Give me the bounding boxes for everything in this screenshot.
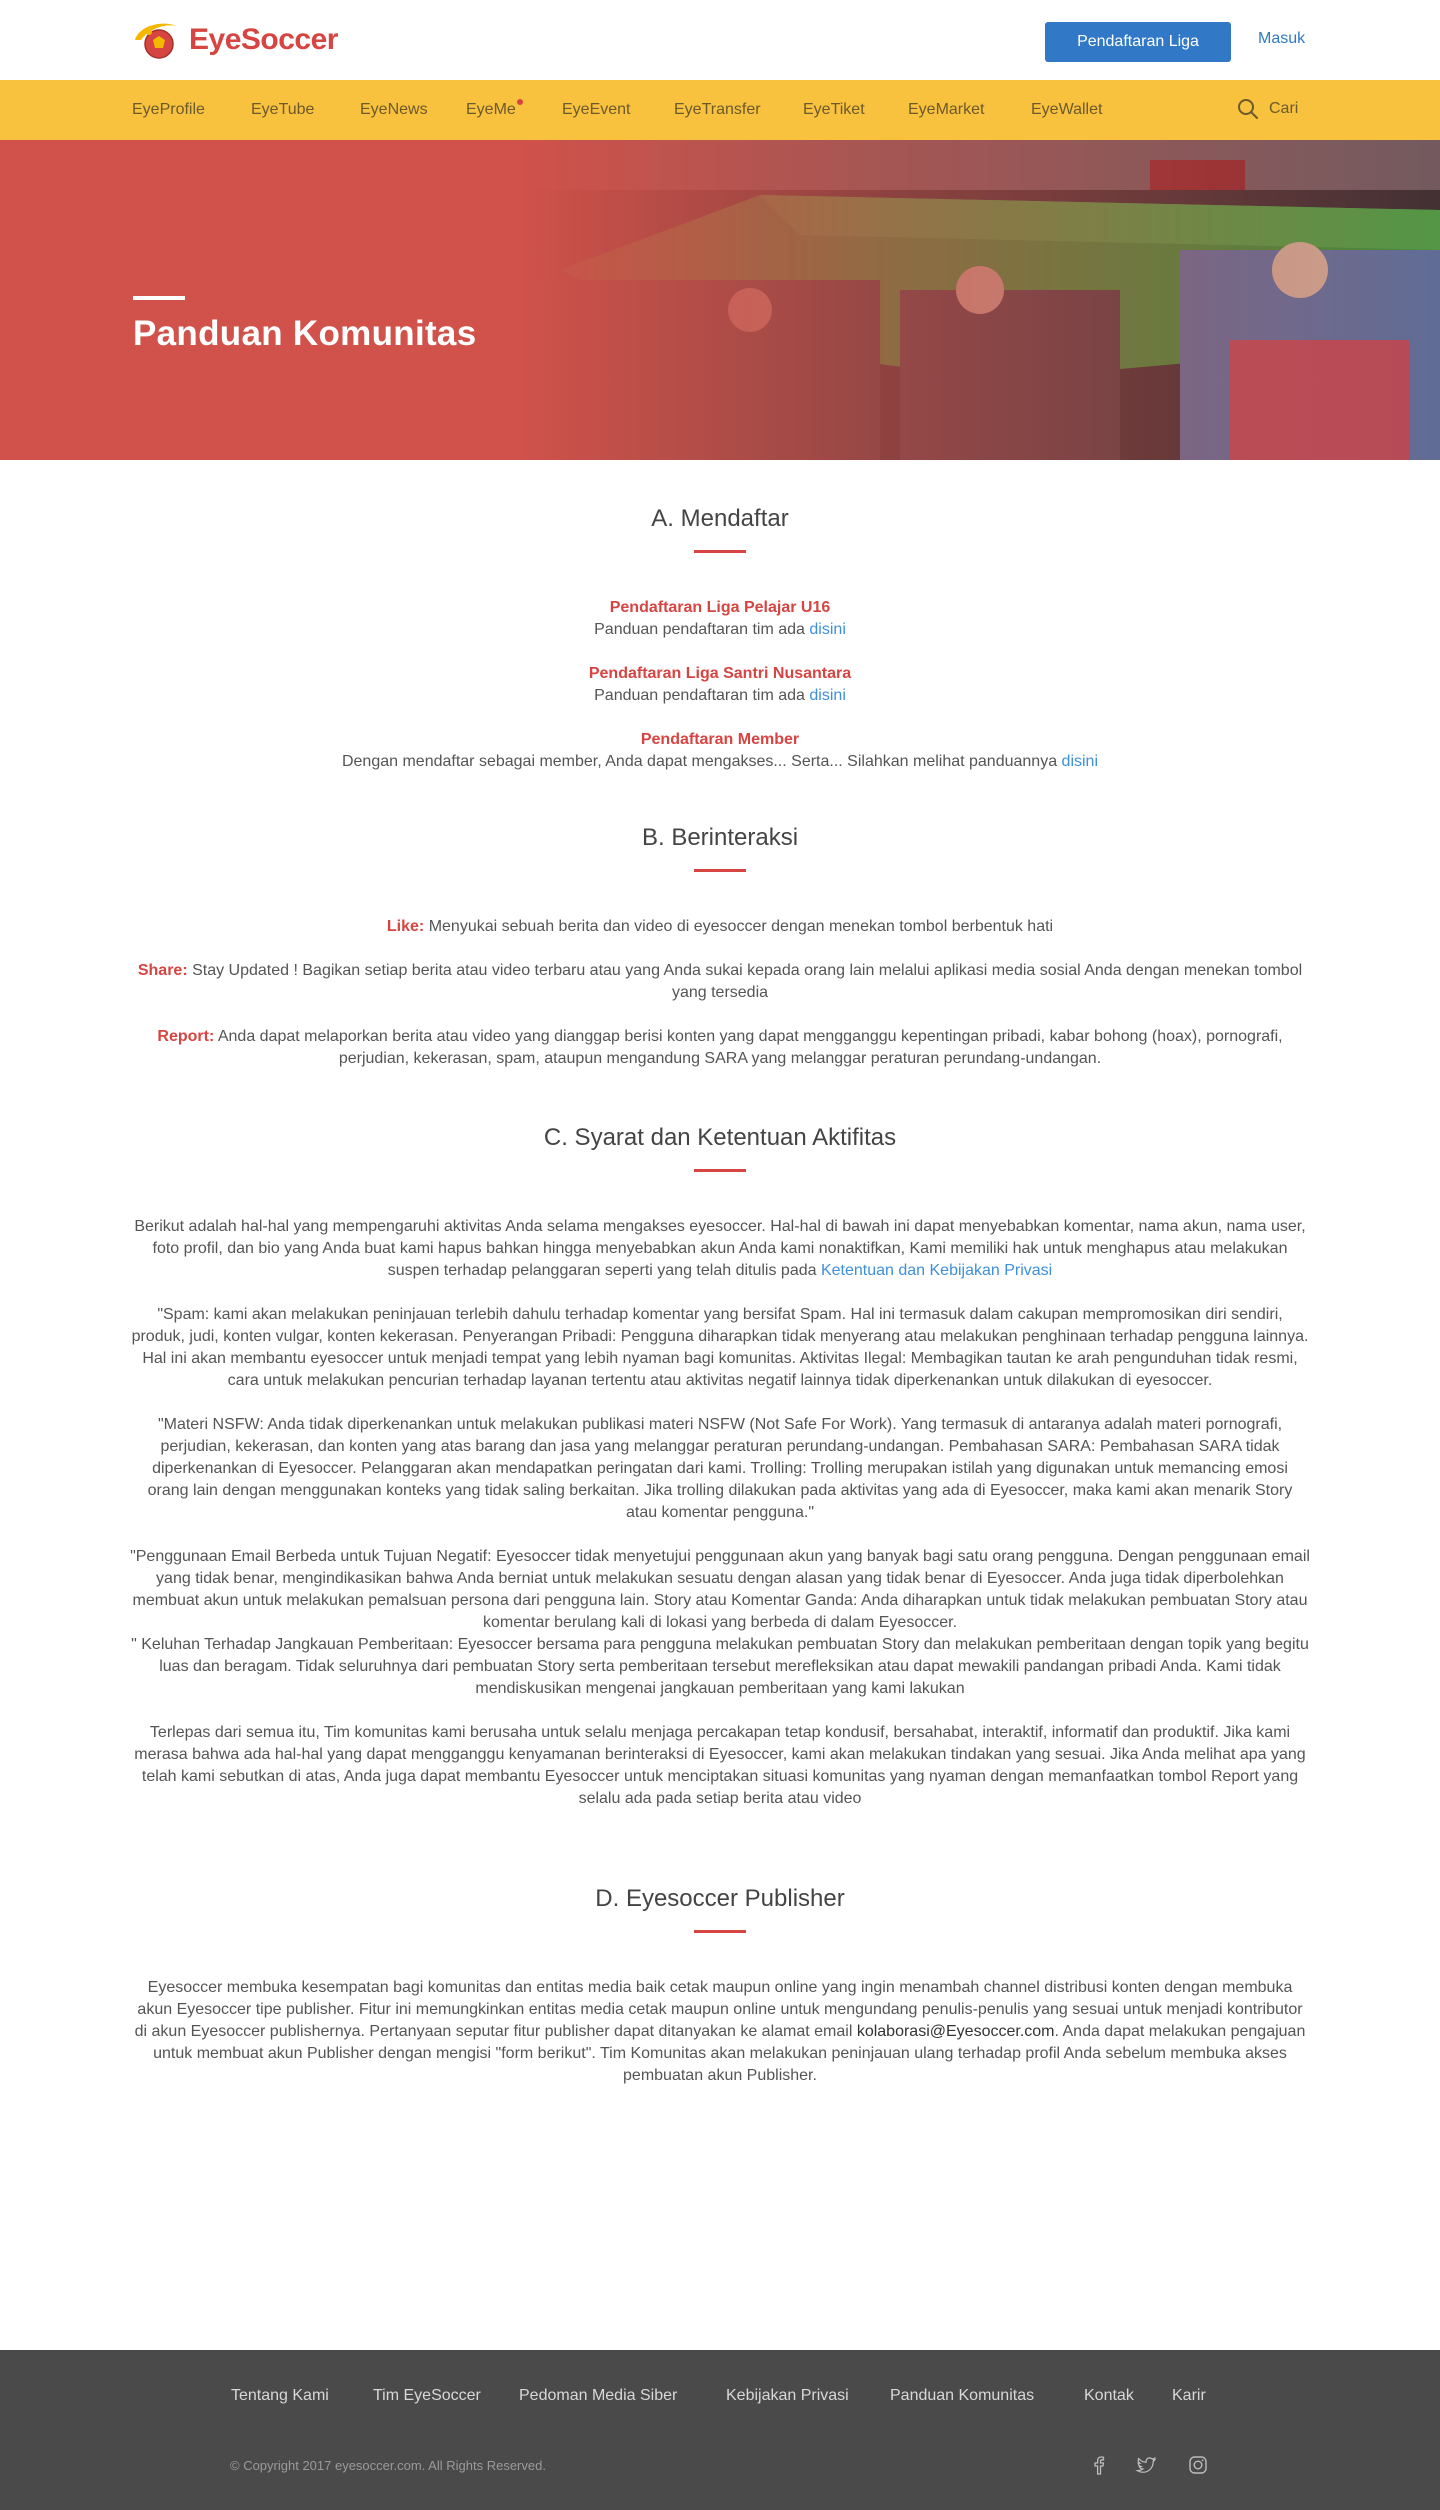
register-item: Pendaftaran Liga Pelajar U16 Panduan pen… [130,597,1310,641]
brand-logo[interactable]: EyeSoccer [131,18,338,62]
hero-banner: Panduan Komunitas [0,140,1440,460]
footer-link-about[interactable]: Tentang Kami [231,2387,329,2405]
notification-dot [516,99,523,105]
section-title: A. Mendaftar [651,505,789,532]
register-item-text: Panduan pendaftaran tim ada [594,621,805,638]
footer-link-careers[interactable]: Karir [1172,2387,1206,2405]
stadium-crowd-image [0,140,1440,460]
search-label: Cari [1269,100,1299,117]
section-interact: B. Berinteraksi Like: Menyukai sebuah be… [130,824,1310,1070]
site-footer: Tentang Kami Tim EyeSoccer Pedoman Media… [0,2350,1440,2510]
register-item: Pendaftaran Liga Santri Nusantara Pandua… [130,663,1310,707]
nav-item-eyeme[interactable]: EyeMe [466,99,523,119]
privacy-policy-link[interactable]: Ketentuan dan Kebijakan Privasi [821,1262,1052,1279]
nav-item-eyetiket[interactable]: EyeTiket [803,101,865,119]
page-title: Panduan Komunitas [133,314,477,353]
nav-item-eyetransfer[interactable]: EyeTransfer [674,101,761,119]
nav-item-eyeevent[interactable]: EyeEvent [562,101,630,119]
facebook-icon[interactable] [1088,2454,1110,2476]
interaction-text: Menyukai sebuah berita dan video di eyes… [428,918,1054,935]
instagram-icon[interactable] [1187,2454,1209,2476]
main-nav: EyeProfile EyeTube EyeNews EyeMe EyeEven… [0,80,1440,140]
terms-intro-text: Berikut adalah hal-hal yang mempengaruhi… [134,1218,1306,1279]
login-link[interactable]: Masuk [1258,30,1305,48]
terms-paragraph: "Materi NSFW: Anda tidak diperkenankan u… [147,1416,1293,1521]
nav-item-eyenews[interactable]: EyeNews [360,101,428,119]
search-button[interactable]: Cari [1237,98,1298,120]
register-guide-link[interactable]: disini [809,687,845,704]
terms-paragraph: " Keluhan Terhadap Jangkauan Pemberitaan… [131,1636,1309,1697]
register-item-heading: Pendaftaran Liga Santri Nusantara [588,665,852,682]
interaction-label: Share: [137,962,188,979]
nav-item-eyemarket[interactable]: EyeMarket [908,101,984,119]
terms-paragraph: Terlepas dari semua itu, Tim komunitas k… [134,1724,1306,1807]
register-guide-link[interactable]: disini [809,621,845,638]
section-title-accent [694,1169,746,1172]
nav-item-eyetube[interactable]: EyeTube [251,101,314,119]
section-register: A. Mendaftar Pendaftaran Liga Pelajar U1… [130,505,1310,773]
section-terms: C. Syarat dan Ketentuan Aktifitas Beriku… [130,1124,1310,1810]
footer-link-media-guidelines[interactable]: Pedoman Media Siber [519,2387,677,2405]
section-publisher: D. Eyesoccer Publisher Eyesoccer membuka… [130,1885,1310,2087]
member-guide-link[interactable]: disini [1062,753,1098,770]
register-item-heading: Pendaftaran Member [640,731,800,748]
hero-title-accent [133,296,185,300]
interaction-item: Report: Anda dapat melaporkan berita ata… [130,1026,1310,1070]
twitter-icon[interactable] [1135,2454,1157,2476]
interaction-label: Like: [386,918,425,935]
footer-link-privacy[interactable]: Kebijakan Privasi [726,2387,849,2405]
register-item-text: Dengan mendaftar sebagai member, Anda da… [341,753,1058,770]
top-header: EyeSoccer Pendaftaran Liga Masuk [0,0,1440,80]
interaction-item: Like: Menyukai sebuah berita dan video d… [130,916,1310,938]
register-item-text: Panduan pendaftaran tim ada [594,687,805,704]
interaction-label: Report: [157,1028,215,1045]
register-item: Pendaftaran Member Dengan mendaftar seba… [130,729,1310,773]
terms-paragraph: "Penggunaan Email Berbeda untuk Tujuan N… [130,1548,1310,1631]
search-icon [1238,99,1258,119]
terms-paragraph: "Spam: kami akan melakukan peninjauan te… [131,1306,1309,1389]
nav-item-eyeme-label: EyeMe [466,101,516,118]
section-title-accent [694,869,746,872]
footer-link-community-guide[interactable]: Panduan Komunitas [890,2387,1034,2405]
interaction-item: Share: Stay Updated ! Bagikan setiap ber… [130,960,1310,1004]
soccer-ball-logo-icon [131,18,195,62]
terms-intro: Berikut adalah hal-hal yang mempengaruhi… [130,1216,1310,1282]
register-league-button[interactable]: Pendaftaran Liga [1045,22,1231,62]
section-title-accent [694,550,746,553]
interaction-text: Anda dapat melaporkan berita atau video … [217,1028,1283,1067]
nav-item-eyeprofile[interactable]: EyeProfile [132,101,205,119]
copyright-text: © Copyright 2017 eyesoccer.com. All Righ… [230,2458,546,2473]
interaction-text: Stay Updated ! Bagikan setiap berita ata… [192,962,1303,1001]
register-item-heading: Pendaftaran Liga Pelajar U16 [609,599,831,616]
section-title-accent [694,1930,746,1933]
section-title: C. Syarat dan Ketentuan Aktifitas [543,1124,897,1151]
footer-link-team[interactable]: Tim EyeSoccer [373,2387,481,2405]
publisher-email: kolaborasi@Eyesoccer.com [856,2023,1055,2040]
publisher-paragraph: Eyesoccer membuka kesempatan bagi komuni… [130,1977,1310,2087]
section-title: B. Berinteraksi [641,824,799,851]
brand-name: EyeSoccer [189,23,338,56]
section-title: D. Eyesoccer Publisher [595,1885,845,1912]
footer-link-contact[interactable]: Kontak [1084,2387,1134,2405]
nav-item-eyewallet[interactable]: EyeWallet [1031,101,1102,119]
